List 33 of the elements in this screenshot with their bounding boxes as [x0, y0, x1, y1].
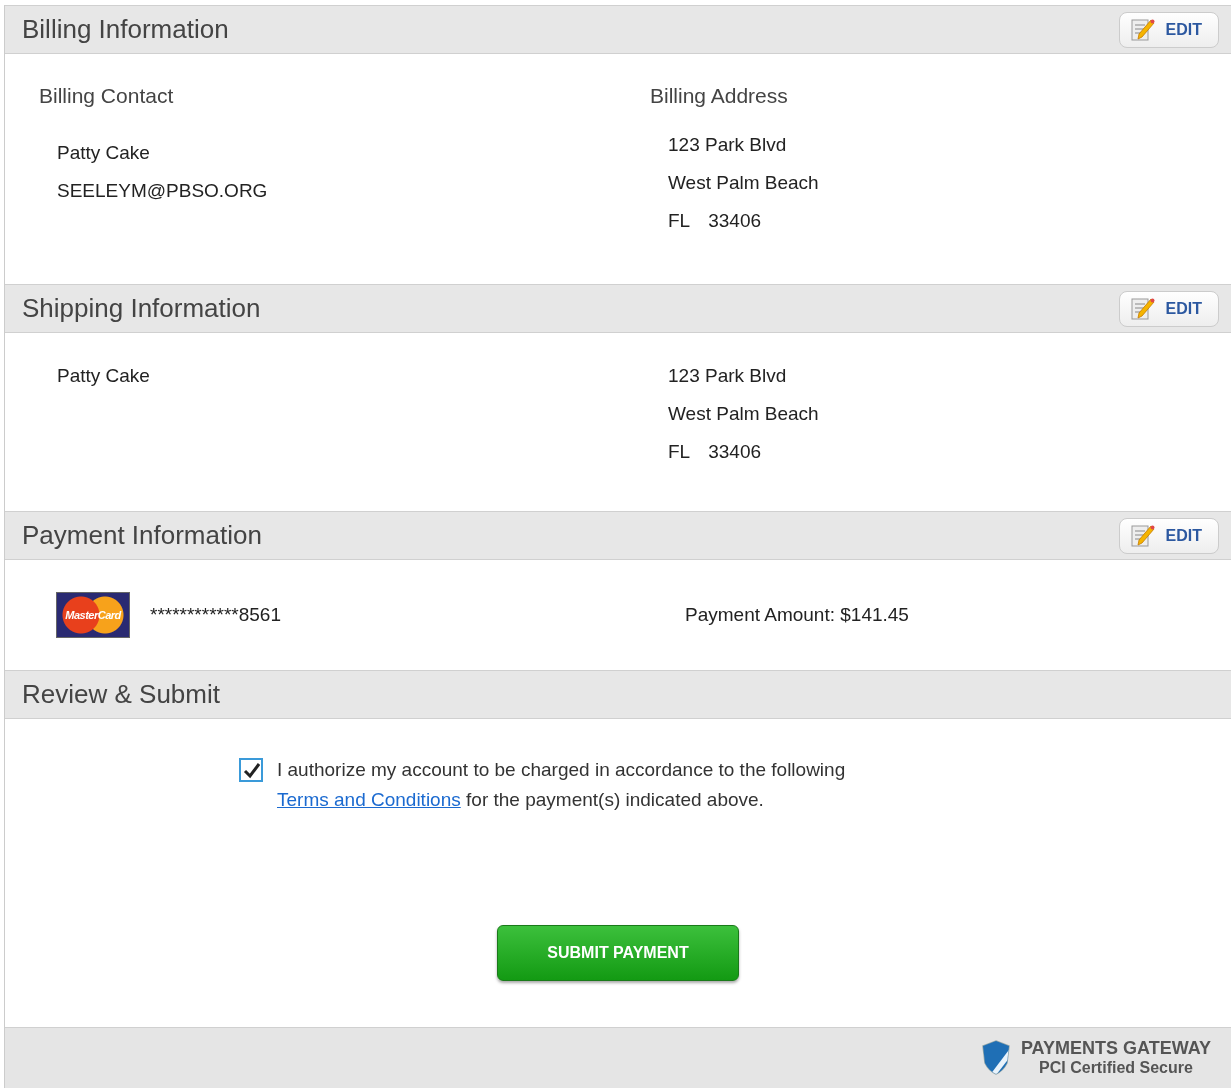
street-address: 123 Park Blvd: [667, 133, 788, 157]
terms-link[interactable]: Terms and Conditions: [277, 789, 461, 810]
state: FL: [668, 440, 691, 464]
section-title: Shipping Information: [22, 293, 261, 324]
card-brand: MasterCard: [65, 609, 121, 621]
zip-code: 33406: [708, 209, 762, 233]
gateway-tagline: PCI Certified Secure: [1038, 1058, 1194, 1077]
state: FL: [668, 209, 691, 233]
city: West Palm Beach: [667, 402, 820, 426]
section-title: Review & Submit: [22, 679, 220, 710]
street-address: 123 Park Blvd: [667, 364, 788, 388]
contact-name: Patty Cake: [56, 364, 151, 388]
edit-button[interactable]: EDIT: [1118, 11, 1219, 48]
edit-button[interactable]: EDIT: [1118, 517, 1219, 554]
checkbox[interactable]: [239, 758, 263, 782]
contact-name: Patty Cake: [56, 141, 151, 165]
section-title: Billing Information: [22, 14, 229, 45]
pencil-icon: [1129, 522, 1156, 549]
edit-button[interactable]: EDIT: [1118, 290, 1219, 327]
contact-email: SEELEYM@PBSO.ORG: [56, 179, 269, 203]
column-heading: Billing Address: [650, 84, 789, 108]
authorization-text: I authorize my account to be charged in accordance to the following Terms and Conditions for the payment(s) indicated above.: [277, 758, 847, 812]
pencil-icon: [1129, 295, 1156, 322]
column-heading: Billing Contact: [39, 84, 175, 108]
payment-amount: Payment Amount: $141.45: [684, 604, 909, 626]
city: West Palm Beach: [667, 171, 820, 195]
gateway-brand: PAYMENTS GATEWAY: [1020, 1039, 1211, 1058]
section-title: Payment Information: [22, 520, 262, 551]
shield-icon: [980, 1039, 1013, 1077]
card-number: ************8561: [150, 604, 281, 626]
pencil-icon: [1129, 16, 1156, 43]
zip-code: 33406: [708, 440, 762, 464]
check-icon: [242, 761, 260, 779]
